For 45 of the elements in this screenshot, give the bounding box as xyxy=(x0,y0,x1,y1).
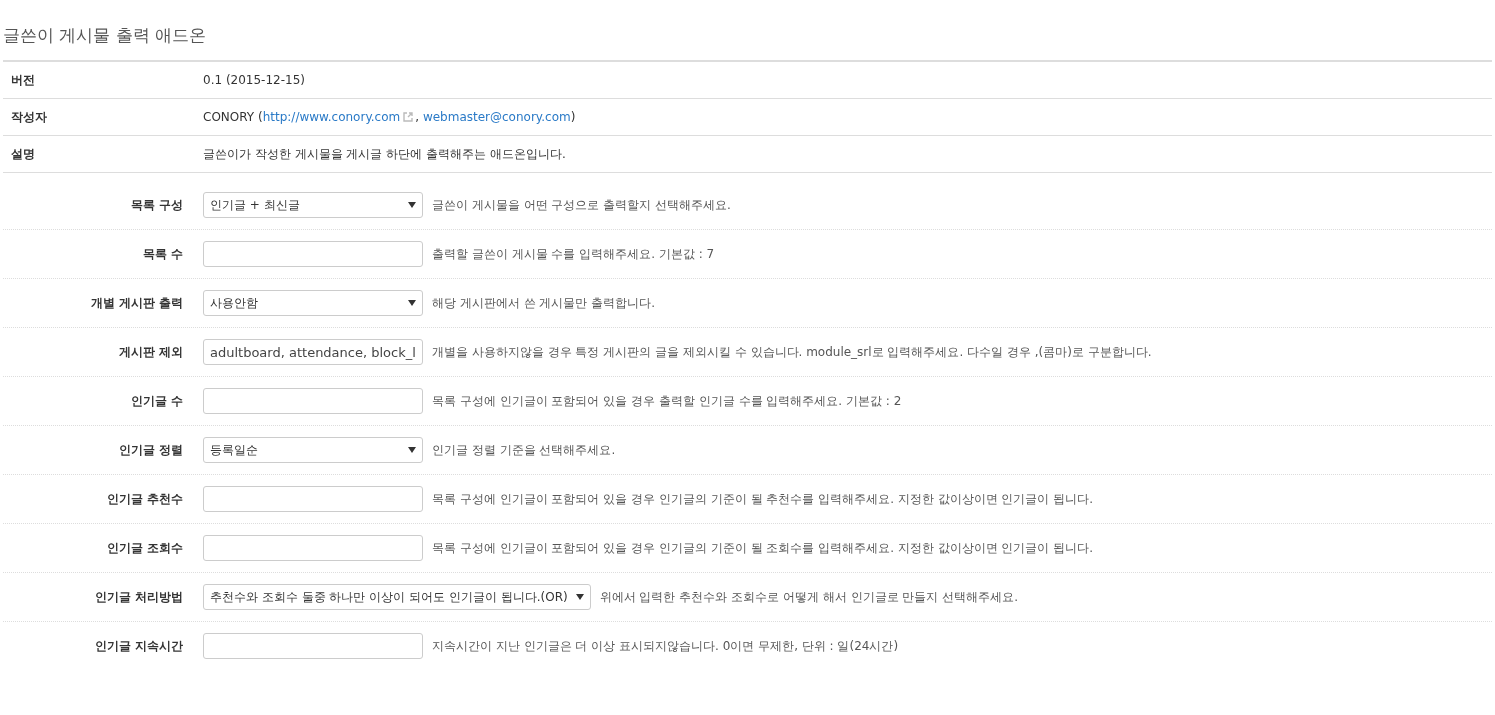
field-label: 인기글 처리방법 xyxy=(93,588,183,606)
info-text: , xyxy=(415,110,421,124)
input-field[interactable] xyxy=(203,486,423,512)
info-text: 글쓴이가 작성한 게시물을 게시글 하단에 출력해주는 애드온입니다. xyxy=(203,145,566,163)
field-label: 목록 수 xyxy=(141,245,183,263)
help-text: 위에서 입력한 추천수와 조회수로 어떻게 해서 인기글로 만들지 선택해주세요. xyxy=(599,588,1018,606)
link[interactable]: webmaster@conory.com xyxy=(422,110,571,124)
help-text: 인기글 정렬 기준을 선택해주세요. xyxy=(432,441,616,459)
help-text: 해당 게시판에서 쓴 게시물만 출력합니다. xyxy=(432,294,656,312)
input-field[interactable] xyxy=(203,633,423,659)
help-text: 개별을 사용하지않을 경우 특정 게시판의 글을 제외시킬 수 있습니다. module_srl로 입력해주세요. 다수일 경우 ,(콤마)로 구분합니다. xyxy=(432,343,1152,361)
info-text: 0.1 (2015-12-15) xyxy=(203,73,305,87)
caret-icon xyxy=(408,447,416,453)
caret-icon xyxy=(575,594,584,600)
select-field[interactable]: 추천수와 조회수 둘중 하나만 이상이 되어도 인기글이 됩니다.(OR) xyxy=(203,584,591,610)
input-field[interactable] xyxy=(203,535,423,561)
input-field[interactable]: adultboard, attendance, block_l xyxy=(203,339,423,365)
field-label: 인기글 조회수 xyxy=(105,539,183,557)
info-label: 설명 xyxy=(10,145,36,163)
help-text: 출력할 글쓴이 게시물 수를 입력해주세요. 기본값 : 7 xyxy=(432,245,715,263)
field-label: 개별 게시판 출력 xyxy=(89,294,183,312)
field-label: 게시판 제외 xyxy=(117,343,183,361)
caret-icon xyxy=(408,202,416,208)
help-text: 목록 구성에 인기글이 포함되어 있을 경우 인기글의 기준이 될 추천수를 입력해주세요. 지정한 값이상이면 인기글이 됩니다. xyxy=(432,490,1094,508)
link[interactable]: http://www.conory.com xyxy=(262,110,401,124)
help-text: 지속시간이 지난 인기글은 더 이상 표시되지않습니다. 0이면 무제한, 단위 : 일(24시간) xyxy=(432,637,899,655)
info-text: ) xyxy=(570,110,576,124)
info-label: 버전 xyxy=(10,71,36,89)
field-label: 인기글 추천수 xyxy=(105,490,183,508)
select-field[interactable]: 사용안함 xyxy=(203,290,423,316)
page-title: 글쓴이 게시물 출력 애드온 xyxy=(3,24,208,47)
select-field[interactable]: 인기글 + 최신글 xyxy=(203,192,423,218)
field-label: 인기글 수 xyxy=(129,392,183,410)
input-field[interactable] xyxy=(203,241,423,267)
info-text: CONORY ( xyxy=(203,110,263,124)
caret-icon xyxy=(408,300,416,306)
select-field[interactable]: 등록일순 xyxy=(203,437,423,463)
field-label: 목록 구성 xyxy=(129,196,183,214)
help-text: 목록 구성에 인기글이 포함되어 있을 경우 인기글의 기준이 될 조회수를 입력해주세요. 지정한 값이상이면 인기글이 됩니다. xyxy=(432,539,1094,557)
field-label: 인기글 지속시간 xyxy=(93,637,183,655)
info-label: 작성자 xyxy=(10,108,48,126)
input-field[interactable] xyxy=(203,388,423,414)
field-label: 인기글 정렬 xyxy=(117,441,183,459)
help-text: 목록 구성에 인기글이 포함되어 있을 경우 출력할 인기글 수를 입력해주세요. 기본값 : 2 xyxy=(432,392,902,410)
help-text: 글쓴이 게시물을 어떤 구성으로 출력할지 선택해주세요. xyxy=(432,196,731,214)
